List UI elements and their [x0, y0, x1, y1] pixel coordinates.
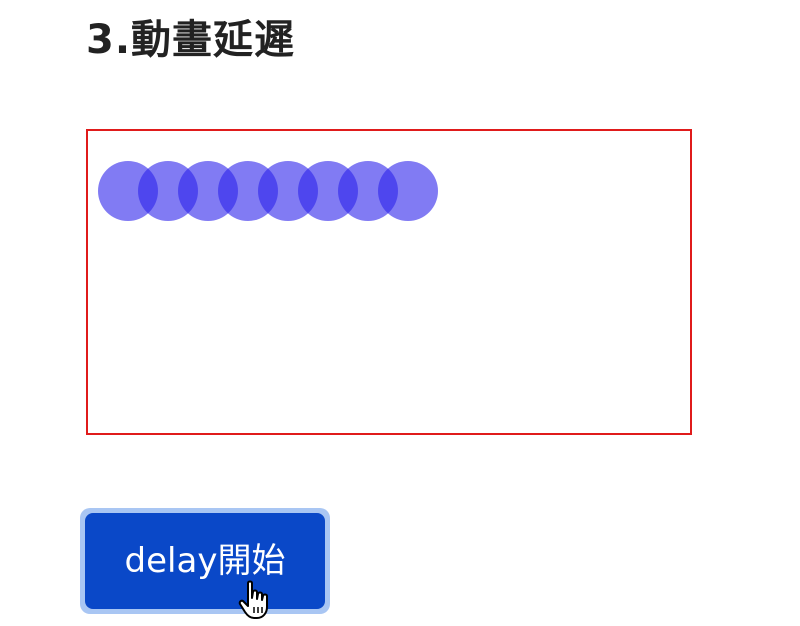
- animated-ball: [378, 161, 438, 221]
- delay-start-button[interactable]: delay開始: [85, 513, 325, 609]
- page-title: 3.動畫延遲: [86, 17, 296, 63]
- animation-stage: [86, 129, 692, 435]
- ball-row: [98, 161, 458, 223]
- pointer-hand-icon: [238, 580, 268, 619]
- page: 3.動畫延遲 delay開始: [0, 0, 800, 626]
- start-button-focus-ring: delay開始: [80, 508, 330, 614]
